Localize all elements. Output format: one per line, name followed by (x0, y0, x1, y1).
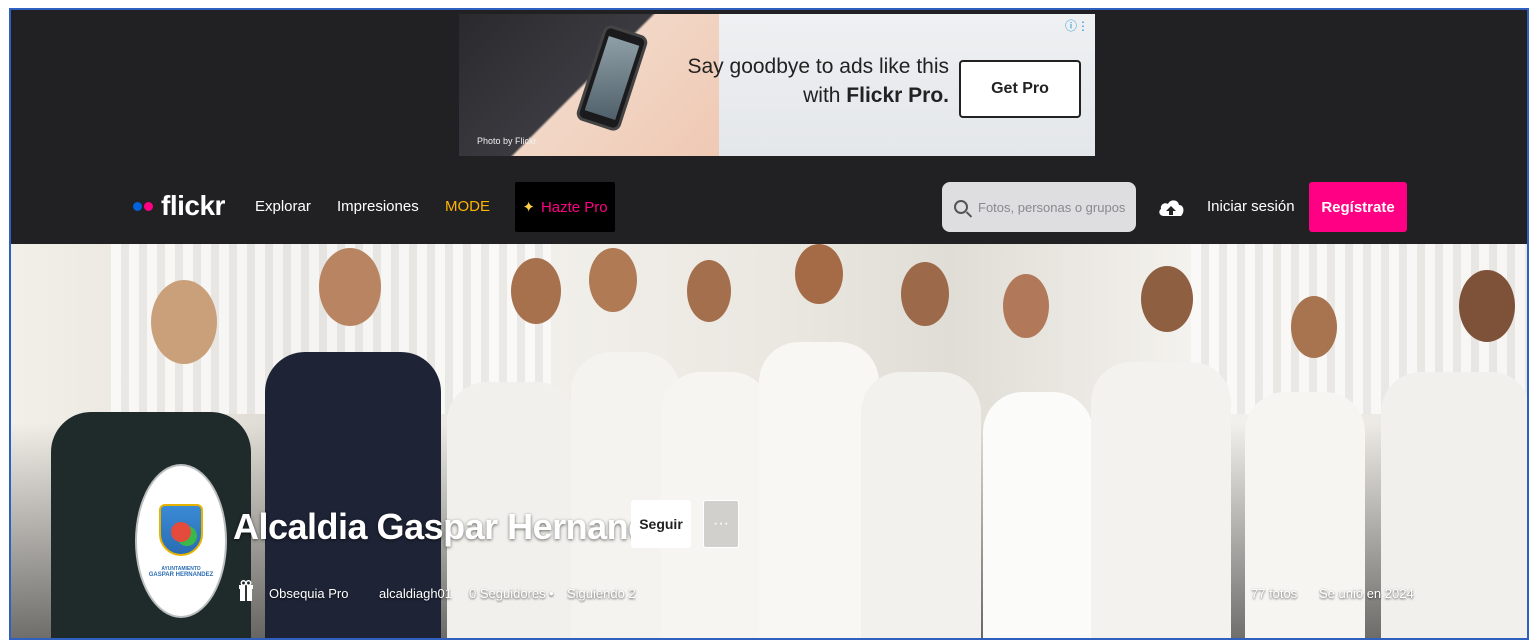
cover-figure (901, 262, 949, 326)
get-pro-nav-button[interactable]: ✦ Hazte Pro (515, 182, 615, 232)
ad-info-icon[interactable]: ⓘ⋮ (1065, 17, 1089, 34)
logo-dot-pink-icon (144, 201, 153, 211)
top-navigation: flickr Explorar Impresiones MODE ✦ Hazte… (11, 168, 1527, 244)
cover-figure (861, 372, 981, 638)
profile-username: alcaldiagh01 (379, 586, 453, 601)
cover-figure (983, 392, 1093, 638)
cover-figure (1245, 392, 1365, 638)
flickr-pro-ad[interactable]: Photo by Flickr Say goodbye to ads like … (459, 14, 1095, 156)
search-icon (954, 200, 968, 214)
get-pro-button[interactable]: Get Pro (959, 60, 1081, 118)
cover-figure (795, 244, 843, 304)
nav-mode[interactable]: MODE (445, 198, 490, 215)
cover-figure (319, 248, 381, 326)
following-link[interactable]: Siguiendo 2 (567, 586, 636, 601)
photo-count[interactable]: 77 fotos (1251, 586, 1297, 601)
upload-cloud-icon[interactable] (1157, 194, 1185, 220)
search-input[interactable] (978, 199, 1128, 215)
nav-prints[interactable]: Impresiones (337, 198, 419, 215)
phone-illustration (574, 23, 650, 133)
ad-region: Photo by Flickr Say goodbye to ads like … (11, 10, 1527, 168)
cover-figure (1291, 296, 1337, 358)
profile-name: Alcaldia Gaspar Hernandez (233, 506, 687, 547)
cover-figure (1459, 270, 1515, 342)
ad-headline: Say goodbye to ads like this with Flickr… (687, 55, 950, 107)
ad-photo-credit: Photo by Flickr (477, 136, 537, 146)
browser-frame: Photo by Flickr Say goodbye to ads like … (9, 8, 1529, 640)
profile-avatar[interactable]: AYUNTAMIENTO GASPAR HERNANDEZ (137, 466, 225, 616)
signup-button[interactable]: Regístrate (1309, 182, 1407, 232)
search-box[interactable] (942, 182, 1136, 232)
sparkle-icon: ✦ (522, 199, 535, 216)
followers-link[interactable]: 0 Seguidores (469, 586, 546, 601)
nav-explore[interactable]: Explorar (255, 198, 311, 215)
logo-dot-blue-icon (133, 201, 142, 211)
joined-date: Se unió en 2024 (1319, 586, 1414, 601)
signin-link[interactable]: Iniciar sesión (1207, 198, 1295, 215)
cover-figure (1141, 266, 1193, 332)
municipal-shield-icon (159, 504, 203, 556)
cover-figure (589, 248, 637, 312)
cover-figure (1091, 362, 1231, 638)
cover-figure (151, 280, 217, 364)
meta-separator: • (549, 586, 554, 601)
cover-figure (1003, 274, 1049, 338)
more-options-button[interactable]: ··· (703, 500, 739, 548)
flickr-logo[interactable]: flickr (133, 190, 225, 222)
gift-icon (239, 580, 253, 601)
cover-figure (511, 258, 561, 324)
profile-cover: AYUNTAMIENTO GASPAR HERNANDEZ Alcaldia G… (11, 244, 1527, 638)
cover-figure (687, 260, 731, 322)
follow-button[interactable]: Seguir (631, 500, 691, 548)
gift-pro-link[interactable]: Obsequia Pro (269, 586, 349, 601)
